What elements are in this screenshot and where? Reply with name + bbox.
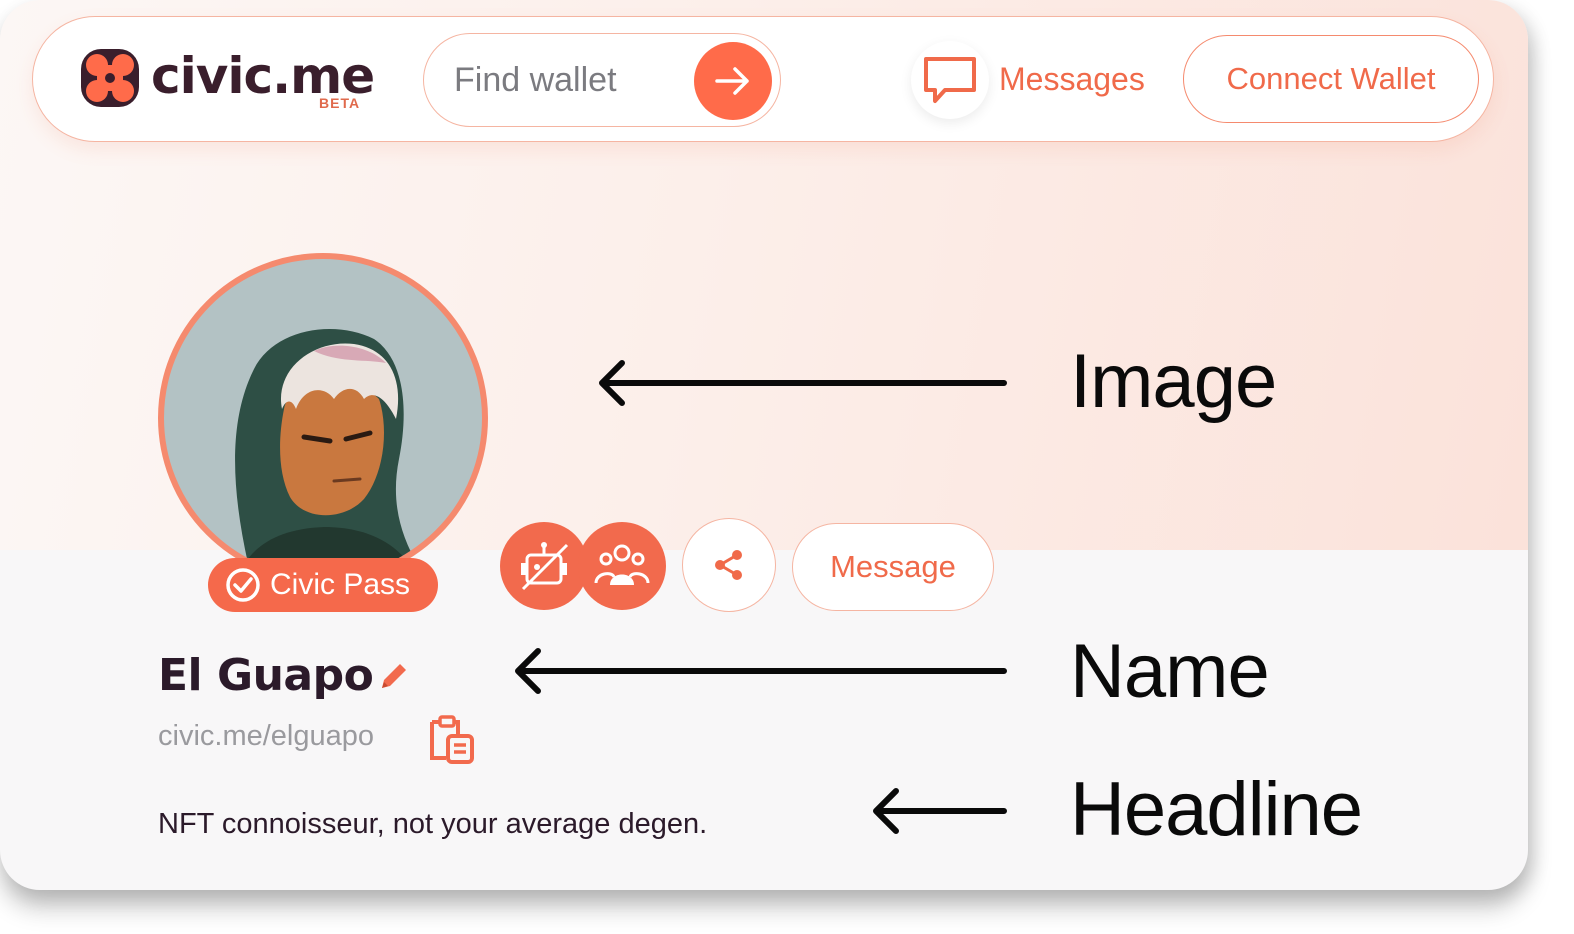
top-navbar: civic.me BETA Messages Connect Wallet (32, 16, 1494, 142)
clipboard-icon[interactable] (424, 714, 478, 766)
profile-card: civic.me BETA Messages Connect Wallet (0, 0, 1528, 890)
messages-link[interactable]: Messages (999, 61, 1145, 98)
profile-avatar (158, 253, 488, 583)
pencil-icon[interactable] (374, 658, 412, 696)
annotation-image-label: Image (1070, 339, 1277, 424)
community-badge[interactable] (578, 522, 666, 610)
avatar-image (235, 329, 426, 577)
logo-mark-icon (81, 49, 139, 107)
civic-pass-label: Civic Pass (270, 568, 411, 601)
civic-pass-badge[interactable]: Civic Pass (208, 558, 438, 612)
find-wallet-search (423, 33, 781, 127)
annotation-arrow-icon (873, 788, 1007, 834)
connect-wallet-button[interactable]: Connect Wallet (1183, 35, 1479, 123)
messages-icon-button[interactable] (911, 41, 989, 119)
beta-badge: BETA (319, 95, 361, 111)
share-icon (715, 550, 742, 580)
annotation-arrow-icon (515, 648, 1007, 694)
find-wallet-input[interactable] (454, 54, 684, 106)
message-bubble-icon (924, 57, 976, 103)
search-submit-button[interactable] (694, 42, 772, 120)
annotation-name-label: Name (1070, 629, 1270, 714)
no-bot-icon (521, 542, 569, 591)
arrow-right-icon (715, 67, 749, 95)
profile-url: civic.me/elguapo (158, 720, 374, 752)
civic-logo[interactable]: civic.me BETA (79, 45, 379, 125)
community-icon (594, 544, 650, 585)
annotation-arrow-icon (599, 360, 1007, 406)
profile-name: El Guapo (158, 650, 374, 701)
no-bot-badge[interactable] (500, 522, 588, 610)
check-circle-icon (226, 568, 260, 602)
share-button[interactable] (682, 518, 776, 612)
annotation-headline-label: Headline (1070, 767, 1363, 852)
profile-headline: NFT connoisseur, not your average degen. (158, 808, 708, 840)
message-button[interactable]: Message (792, 523, 994, 611)
